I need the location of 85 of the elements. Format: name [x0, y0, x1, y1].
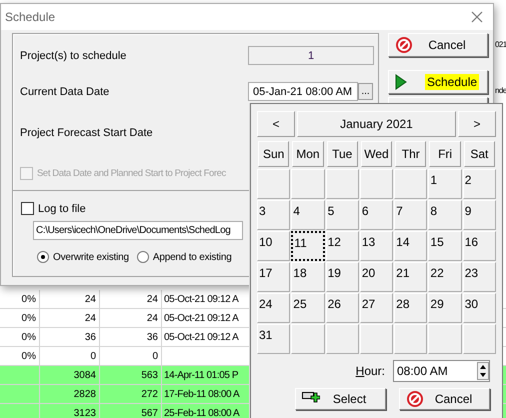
day-cell[interactable]: 23 [462, 262, 496, 292]
day-cell[interactable]: 31 [257, 324, 290, 354]
schedule-button[interactable]: Schedule [388, 70, 488, 94]
table-cell: 563 [141, 370, 158, 380]
day-cell[interactable]: 2 [462, 169, 496, 199]
day-cell[interactable]: 7 [394, 200, 428, 230]
day-cell[interactable]: 9 [462, 200, 496, 230]
checkbox-label: Set Data Date and Planned Start to Project Forec [37, 168, 226, 179]
day-cell[interactable]: 29 [428, 293, 462, 323]
day-cell[interactable]: 13 [360, 231, 394, 261]
day-cell[interactable]: 8 [428, 200, 462, 230]
day-cell[interactable]: 5 [326, 200, 359, 230]
date-field[interactable]: 05-Jan-21 08:00 AM [248, 82, 358, 101]
radio-label: Overwrite existing [53, 252, 129, 262]
day-cell[interactable]: 17 [257, 262, 290, 292]
select-button[interactable]: Select [295, 388, 386, 410]
cancel-button[interactable]: Cancel [399, 388, 490, 410]
table-cell: 0% [22, 350, 36, 362]
day-cell[interactable]: 18 [291, 262, 325, 292]
table-cell: 567 [141, 408, 158, 418]
weekday-header: Tue [326, 141, 358, 167]
table-text: 021 [495, 40, 506, 49]
day-cell[interactable]: 10 [257, 231, 290, 261]
table-cell: 0% [22, 312, 36, 324]
table-cell: 2828 [74, 388, 96, 400]
table-cell: 24 [84, 294, 96, 304]
day-cell[interactable]: 26 [326, 293, 359, 323]
projects-field: 1 [248, 46, 374, 65]
day-cell[interactable]: 27 [360, 293, 394, 323]
cancel-button[interactable]: Cancel [388, 33, 488, 57]
table-cell: 272 [141, 388, 158, 400]
field-label: Project Forecast Start Date [20, 127, 154, 139]
table-cell: 05-Oct-21 09:12 A [164, 332, 238, 342]
table-cell: 0% [22, 332, 36, 342]
weekday-header: Fri [429, 141, 461, 167]
day-cell[interactable]: 14 [394, 231, 428, 261]
day-cell[interactable]: 30 [462, 293, 496, 323]
day-cell[interactable]: 15 [428, 231, 462, 261]
table-cell: 17-Feb-11 08:00 A [164, 388, 240, 400]
day-cell[interactable]: 24 [257, 293, 290, 323]
day-cell[interactable]: 25 [291, 293, 325, 323]
table-cell: 24 [84, 312, 96, 324]
hour-field[interactable]: 08:00 AM [393, 360, 490, 382]
table-cell: 05-Oct-21 09:12 A [164, 294, 238, 304]
day-cell[interactable]: 6 [360, 200, 394, 230]
day-cell[interactable]: 3 [257, 200, 290, 230]
table-cell: 24 [146, 294, 158, 304]
table-cell: 0% [22, 294, 36, 304]
table-cell: 14-Apr-11 01:05 P [164, 370, 238, 380]
field-label: Current Data Date [20, 86, 110, 98]
day-cell[interactable]: 4 [291, 200, 325, 230]
table-cell: 05-Oct-21 09:12 A [164, 312, 238, 324]
table-cell: 36 [146, 332, 158, 342]
table-cell: 0 [90, 350, 96, 362]
window-title: Schedule [5, 10, 56, 24]
weekday-header: Thr [395, 141, 426, 167]
table-cell: 3123 [74, 408, 96, 418]
next-month-button[interactable]: > [458, 111, 496, 137]
table-cell: 0 [152, 350, 158, 362]
table-cell: 3084 [74, 370, 96, 380]
browse-button[interactable]: ... [358, 83, 373, 100]
day-cell[interactable]: 19 [326, 262, 359, 292]
table-cell: 36 [84, 332, 96, 342]
day-cell[interactable]: 20 [360, 262, 394, 292]
path-field[interactable]: C:\Users\icech\OneDrive\Documents\SchedLog [33, 221, 243, 240]
weekday-header: Wed [360, 141, 392, 167]
weekday-header: Mon [292, 141, 324, 167]
table-text: nde [495, 86, 506, 95]
day-cell[interactable]: 21 [394, 262, 428, 292]
day-cell[interactable]: 16 [462, 231, 496, 261]
day-cell[interactable]: 11 [291, 231, 325, 261]
hour-label: Hour: [356, 364, 385, 378]
radio-label: Append to existing [152, 252, 232, 262]
checkbox-label: Log to file [38, 202, 86, 214]
weekday-header: Sat [464, 141, 495, 167]
month-title: January 2021 [297, 111, 456, 137]
previous-month-button[interactable]: < [257, 111, 295, 137]
table-cell: 25-Feb-11 08:00 A [164, 408, 240, 418]
day-cell[interactable]: 1 [428, 169, 462, 199]
day-cell[interactable]: 22 [428, 262, 462, 292]
field-label: Project(s) to schedule [20, 50, 128, 62]
weekday-header: Sun [258, 141, 290, 167]
table-cell: 24 [146, 312, 158, 324]
day-cell[interactable]: 28 [394, 293, 428, 323]
day-cell[interactable]: 12 [326, 231, 359, 261]
